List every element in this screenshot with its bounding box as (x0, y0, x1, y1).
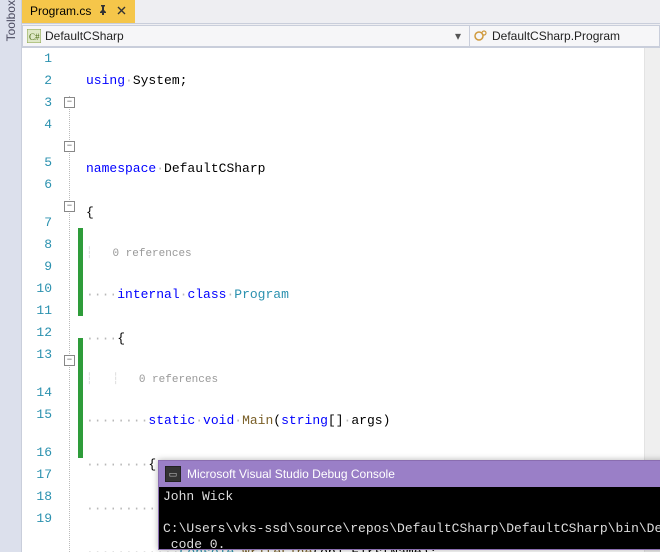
line-number: 9 (22, 256, 52, 278)
codelens-program[interactable]: 0 references (112, 248, 191, 260)
line-number: 8 (22, 234, 52, 256)
line-number: 3 (22, 92, 52, 114)
console-titlebar[interactable]: ▭ Microsoft Visual Studio Debug Console (159, 461, 660, 487)
line-number: 13 (22, 344, 52, 366)
fold-toggle[interactable]: − (64, 97, 75, 108)
console-title-text: Microsoft Visual Studio Debug Console (187, 467, 395, 481)
tab-program-cs[interactable]: Program.cs (22, 0, 135, 23)
line-number: 7 (22, 212, 52, 234)
fold-toggle[interactable]: − (64, 355, 75, 366)
change-marker (78, 228, 83, 316)
console-output: John Wick C:\Users\vks-ssd\source\repos\… (159, 487, 660, 549)
scope-type-label: DefaultCSharp.Program (492, 29, 655, 43)
line-number: 4 (22, 114, 52, 136)
line-number: 15 (22, 404, 52, 426)
line-number: 1 (22, 48, 52, 70)
app-root: Toolbox Program.cs C# DefaultCSharp ▾ (0, 0, 660, 552)
tab-bar: Program.cs (22, 0, 660, 24)
line-number: 16 (22, 442, 52, 464)
scope-project-label: DefaultCSharp (45, 29, 447, 43)
fold-toggle[interactable]: − (64, 201, 75, 212)
line-number: 6 (22, 174, 52, 196)
tab-title: Program.cs (30, 4, 91, 18)
line-number: 18 (22, 486, 52, 508)
fold-toggle[interactable]: − (64, 141, 75, 152)
line-number: 11 (22, 300, 52, 322)
chevron-down-icon: ▾ (451, 29, 465, 43)
scope-combo-type[interactable]: DefaultCSharp.Program (470, 25, 660, 47)
line-number: 19 (22, 508, 52, 530)
csharp-icon: C# (27, 29, 41, 43)
line-number: 14 (22, 382, 52, 404)
codelens-main[interactable]: 0 references (139, 374, 218, 386)
main-area: Program.cs C# DefaultCSharp ▾ (22, 0, 660, 552)
console-icon: ▭ (165, 466, 181, 482)
scope-combo-project[interactable]: C# DefaultCSharp ▾ (22, 25, 470, 47)
toolbox-label: Toolbox (4, 0, 18, 47)
line-number: 5 (22, 152, 52, 174)
fold-gutter: − − − − (62, 48, 78, 552)
line-number: 17 (22, 464, 52, 486)
close-icon[interactable] (115, 4, 127, 18)
toolbox-panel[interactable]: Toolbox (0, 0, 22, 552)
svg-text:C#: C# (29, 32, 40, 42)
line-number-gutter: 1 2 3 4 5 6 7 8 9 10 11 12 13 14 15 16 (22, 48, 62, 552)
debug-console-window[interactable]: ▭ Microsoft Visual Studio Debug Console … (158, 460, 660, 550)
nav-bar: C# DefaultCSharp ▾ DefaultCSharp.Program (22, 24, 660, 48)
class-icon (474, 29, 488, 43)
change-marker (78, 338, 83, 458)
line-number: 2 (22, 70, 52, 92)
line-number: 12 (22, 322, 52, 344)
line-number: 10 (22, 278, 52, 300)
change-marker-gutter (78, 48, 86, 552)
pin-icon[interactable] (97, 4, 109, 18)
